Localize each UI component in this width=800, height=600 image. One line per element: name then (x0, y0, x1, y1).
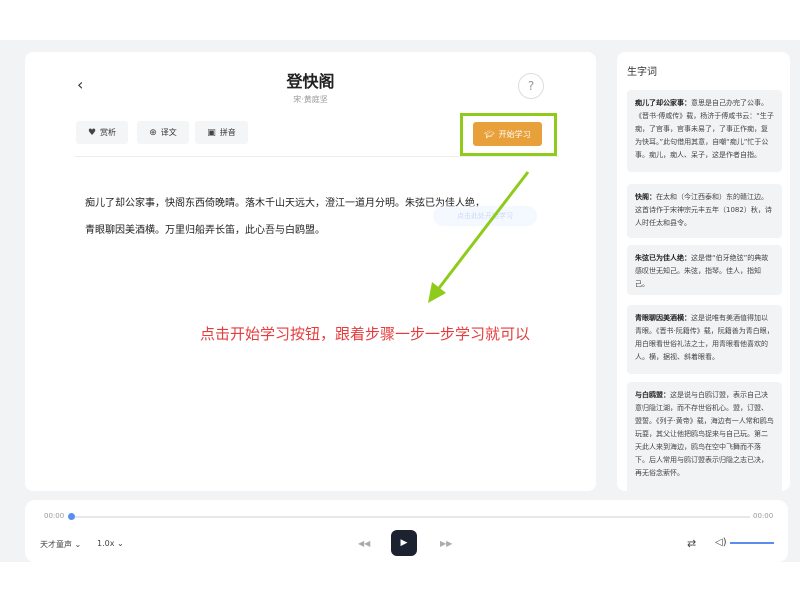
vocabulary-panel: 生字词 痴儿了却公家事：意思是自己办完了公事。《晋书·傅咸传》载，杨济于傅咸书云… (617, 52, 790, 491)
poem-author: 宋·黄庭坚 (293, 95, 328, 104)
vocab-term: 朱弦已为佳人绝： (635, 254, 691, 262)
loop-icon[interactable]: ⇄ (687, 537, 696, 550)
vocab-item: 与白鸥盟：这是说与白鸥订盟，表示自己决意归隐江湖，而不存世俗机心。盟，订盟、盟誓… (627, 382, 782, 491)
poem-line: 青眼聊因美酒横。万里归船弄长笛，此心吾与白鸥盟。 (85, 225, 325, 236)
current-time: 00:00 (44, 512, 65, 520)
total-time: 00:00 (753, 512, 774, 520)
audio-player: 00:00 00:00 天才童声 ⌄ 1.0x ⌄ ◀◀ ▶ ▶▶ ⇄ ◁) (25, 500, 788, 562)
vocab-term: 青眼聊因美酒横： (635, 314, 691, 322)
vocab-term: 快阁： (635, 193, 656, 201)
start-hint-chip[interactable]: 点击此处开始学习 (433, 206, 537, 226)
vocab-item: 痴儿了却公家事：意思是自己办完了公事。《晋书·傅咸传》载，杨济于傅咸书云：“生子… (627, 90, 782, 172)
vocab-text: 在太和（今江西泰和）东的赣江边。这首诗作于宋神宗元丰五年（1082）秋，诗人时任… (635, 193, 772, 227)
tab-label: 赏析 (100, 128, 117, 137)
poem-title: 登快阁 (286, 72, 335, 91)
speed-select[interactable]: 1.0x ⌄ (97, 539, 124, 548)
voice-label: 天才童声 (40, 540, 72, 549)
pinyin-card-icon: ▣ (207, 127, 216, 138)
chevron-down-icon: ⌄ (74, 540, 82, 549)
help-button[interactable]: ? (518, 73, 544, 99)
vocab-item: 朱弦已为佳人绝：这是借“伯牙绝弦”的典故感叹世无知己。朱弦，指琴。佳人，指知己。 (627, 245, 782, 295)
rewind-icon[interactable]: ◀◀ (358, 539, 370, 548)
tab-translation[interactable]: ⊕ 译文 (137, 121, 189, 144)
voice-select[interactable]: 天才童声 ⌄ (40, 539, 81, 550)
poem-card: ‹ 登快阁 宋·黄庭坚 ? ♥ 赏析 ⊕ 译文 ▣ 拼音 🎓︎ 开始学习 痴儿了… (25, 52, 596, 491)
volume-icon[interactable]: ◁) (715, 537, 727, 548)
annotation-text: 点击开始学习按钮，跟着步骤一步一步学习就可以 (200, 325, 531, 343)
vocabulary-title: 生字词 (627, 67, 657, 78)
heart-icon: ♥ (87, 127, 97, 138)
volume-slider[interactable] (730, 542, 774, 544)
poem-line: 痴儿了却公家事，快阁东西倚晚晴。落木千山天远大，澄江一道月分明。朱弦已为佳人绝， (85, 198, 485, 209)
vocab-term: 痴儿了却公家事： (635, 99, 691, 107)
speed-label: 1.0x (97, 539, 115, 548)
tab-label: 译文 (160, 128, 177, 137)
vocab-term: 与白鸥盟： (635, 391, 670, 399)
progress-knob[interactable] (68, 513, 75, 520)
fast-forward-icon[interactable]: ▶▶ (440, 539, 452, 548)
highlight-box (460, 113, 557, 156)
play-button[interactable]: ▶ (391, 530, 417, 556)
vocab-item: 快阁：在太和（今江西泰和）东的赣江边。这首诗作于宋神宗元丰五年（1082）秋，诗… (627, 184, 782, 238)
globe-icon: ⊕ (149, 127, 157, 138)
vocab-text: 意思是自己办完了公事。《晋书·傅咸传》载，杨济于傅咸书云：“生子痴，了官事，官事… (635, 99, 774, 159)
divider (75, 156, 559, 157)
progress-track[interactable] (70, 516, 750, 518)
vocab-item: 青眼聊因美酒横：这是说唯有美酒值得加以青眼。《晋书·阮籍传》载，阮籍善为青白眼，… (627, 305, 782, 374)
tab-pinyin[interactable]: ▣ 拼音 (195, 121, 248, 144)
chevron-down-icon: ⌄ (117, 539, 124, 548)
tab-appreciation[interactable]: ♥ 赏析 (76, 121, 128, 144)
tab-label: 拼音 (219, 128, 236, 137)
play-icon: ▶ (400, 538, 408, 548)
vocab-text: 这是说与白鸥订盟，表示自己决意归隐江湖，而不存世俗机心。盟，订盟、盟誓。《列子·… (635, 391, 774, 477)
